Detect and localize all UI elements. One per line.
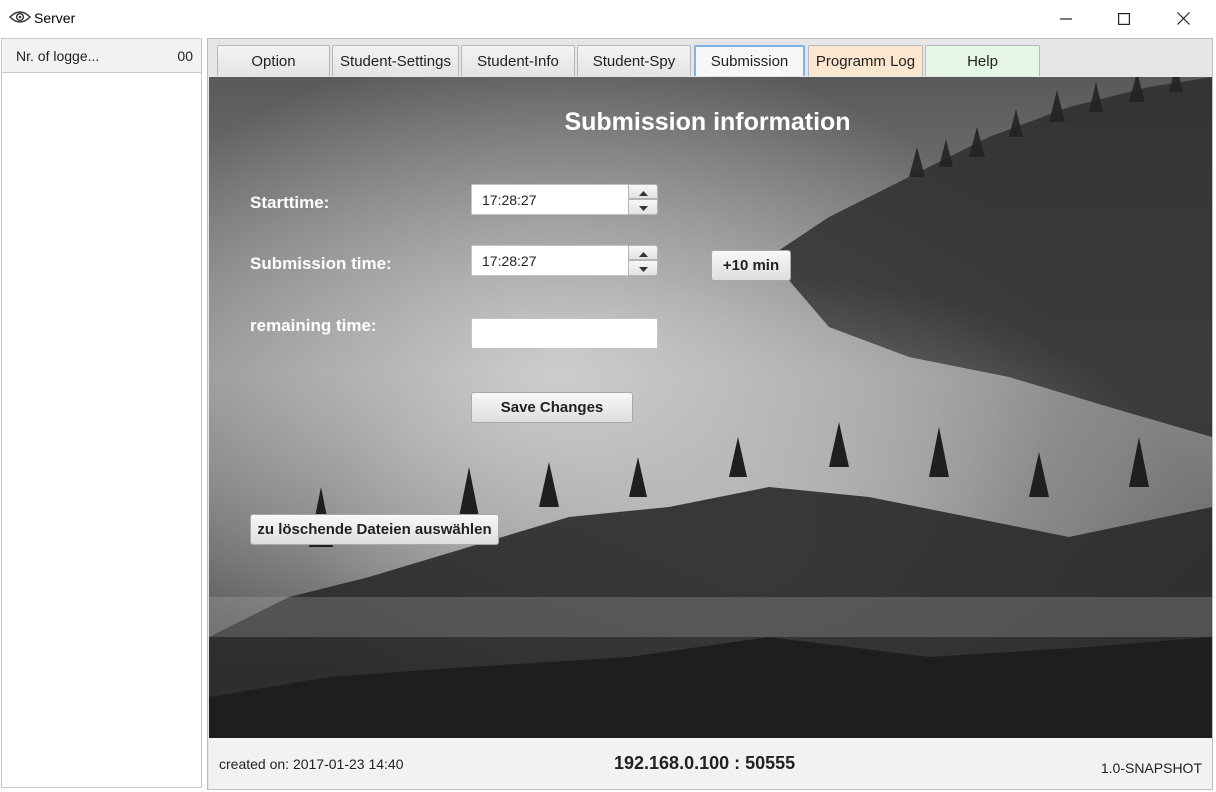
logged-in-count: 00 [177,48,193,64]
title-bar: Server [0,0,1216,37]
tab-student-info[interactable]: Student-Info [461,45,575,76]
minimize-button[interactable] [1037,0,1095,37]
add-10-min-button[interactable]: +10 min [711,250,791,281]
logged-in-list[interactable]: Nr. of logge... 00 [1,38,202,788]
tab-student-settings[interactable]: Student-Settings [332,45,459,76]
submission-panel: Submission information Starttime: 17:28:… [209,77,1212,738]
logged-in-header[interactable]: Nr. of logge... 00 [2,39,201,73]
close-icon [1176,12,1190,25]
select-files-to-delete-button[interactable]: zu löschende Dateien auswählen [250,514,499,545]
tab-programm-log[interactable]: Programm Log [808,45,923,76]
remaining-time-label: remaining time: [250,316,377,335]
page-title: Submission information [564,108,851,136]
minimize-icon [1060,13,1072,25]
tab-student-spy[interactable]: Student-Spy [577,45,691,76]
window-title: Server [34,10,76,26]
arrow-down-icon [638,259,648,277]
close-button[interactable] [1154,0,1212,37]
arrow-down-icon [638,198,648,216]
submission-time-input[interactable]: 17:28:27 [471,245,629,276]
version-text: 1.0-SNAPSHOT [1100,760,1202,776]
logged-in-header-label: Nr. of logge... [16,48,100,64]
created-on-text: created on: 2017-01-23 14:40 [219,756,404,772]
submission-time-spinner: 17:28:27 [471,245,658,276]
starttime-decrement-button[interactable] [628,199,658,215]
submission-time-label: Submission time: [250,254,392,273]
main-panel: Option Student-Settings Student-Info Stu… [207,38,1213,790]
tab-bar: Option Student-Settings Student-Info Stu… [208,39,1212,77]
server-address: 192.168.0.100 : 50555 [614,753,796,773]
save-changes-button[interactable]: Save Changes [471,392,633,423]
starttime-label: Starttime: [250,193,330,212]
maximize-button[interactable] [1095,0,1153,37]
forest-background-image [209,77,1212,738]
maximize-icon [1118,12,1130,25]
tab-help[interactable]: Help [925,45,1040,76]
submission-time-increment-button[interactable] [628,245,658,260]
tab-option[interactable]: Option [217,45,330,76]
starttime-increment-button[interactable] [628,184,658,199]
tab-submission[interactable]: Submission [694,45,805,76]
starttime-spinner: 17:28:27 [471,184,658,215]
starttime-input[interactable]: 17:28:27 [471,184,629,215]
remaining-time-field[interactable] [471,318,658,349]
eye-icon [9,9,31,25]
submission-time-decrement-button[interactable] [628,260,658,276]
status-footer: created on: 2017-01-23 14:40 192.168.0.1… [209,738,1212,789]
server-window: Server Nr. of logge... 00 Option Student… [0,0,1216,792]
